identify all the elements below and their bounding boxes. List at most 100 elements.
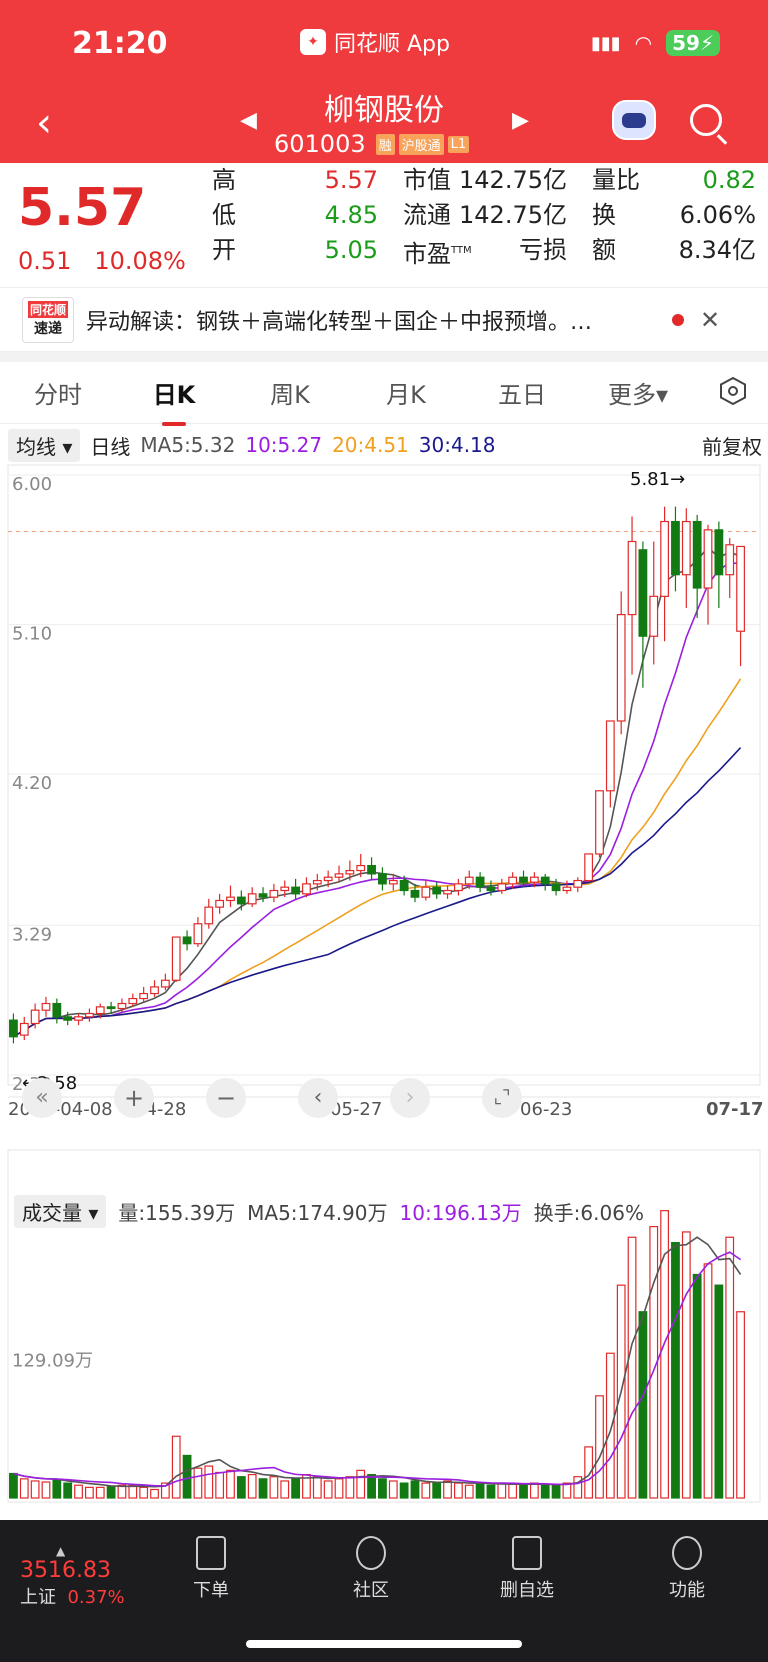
volume-bar [280,1480,290,1499]
kline-chart[interactable]: 6.005.104.203.292.395.81→←2.582025-04-08… [0,460,768,1520]
assistant-robot-icon[interactable] [612,100,656,140]
status-icons: ▮▮▮ ◠ 59⚡ [591,30,720,56]
volume-bar [464,1484,474,1499]
tag-connect: 沪股通 [398,133,444,155]
high-marker: 5.81→ [630,469,685,490]
candle-body [312,879,322,885]
volume-bar [432,1482,442,1499]
candle-body [74,1016,83,1021]
candle-body [204,906,214,925]
news-banner[interactable]: 同花顺 速递 异动解读：钢铁＋高端化转型＋国企＋中报预增。… ✕ [0,288,768,352]
status-time: 21:20 [72,26,168,61]
settings-hex-icon[interactable] [718,376,748,406]
nav-community[interactable]: 社区 [326,1536,416,1602]
search-icon[interactable] [690,104,722,136]
candle-body [660,520,670,597]
tab-weekly[interactable]: 周K [232,375,348,410]
quote-panel: 5.57 0.51 10.08% 高 5.57 低 4.85 开 5.05 市值 142… [0,163,768,288]
remove-watch-icon [512,1536,542,1570]
volume-bar [269,1476,279,1499]
next-stock-icon[interactable]: ▶ [512,108,529,133]
candle-body [497,883,507,892]
tab-five-day[interactable]: 五日 [464,375,580,410]
candle-body [736,545,745,632]
candle-body [725,544,735,576]
tab-monthly[interactable]: 月K [348,375,464,410]
low-row: 低 4.85 [212,198,378,233]
tab-daily[interactable]: 日K [116,375,232,426]
date-tick: 07-17 [706,1099,764,1120]
index-percent: 0.37% [67,1587,125,1608]
news-logo-top: 同花顺 [27,301,68,318]
quote-col-2: 市值 142.75亿 流通 142.75亿 市盈TTM 亏损 [403,163,567,268]
index-widget[interactable]: ▲ 3516.83 上证 0.37% [20,1544,125,1609]
candle-body [421,886,431,898]
pe-row: 市盈TTM 亏损 [403,233,567,268]
news-logo: 同花顺 速递 [22,296,74,343]
volume-selector[interactable]: 成交量 ▾ [14,1195,107,1228]
mktcap-label: 市值 [403,166,451,194]
last-price: 5.57 [18,178,147,238]
candle-body [236,896,246,905]
candle-body [671,520,680,576]
low-value: 4.85 [324,201,378,229]
candle-body [291,886,301,895]
volume-bar [106,1485,116,1499]
zoom-out-button[interactable]: − [206,1078,246,1118]
nav-remove-watch[interactable]: 删自选 [482,1536,572,1602]
volume-bar [171,1435,181,1499]
nav-function[interactable]: 功能 [642,1536,732,1602]
scroll-left-button[interactable]: ‹ [298,1078,338,1118]
volume-turnover: 换手:6.06% [533,1201,644,1225]
candle-body [117,1002,127,1010]
volume-bar [345,1476,355,1499]
tab-intraday[interactable]: 分时 [0,375,116,410]
tab-more[interactable]: 更多▾ [580,375,696,410]
nav-order-label: 下单 [193,1580,229,1601]
candle-body [508,876,518,885]
candle-body [475,876,485,888]
candle-body [345,869,355,875]
volume-bar [681,1231,691,1499]
open-value: 5.05 [324,236,378,264]
high-value: 5.57 [324,166,378,194]
ma20-line [13,678,742,1038]
candle-body [269,889,279,898]
vol-ratio-label: 量比 [592,166,640,194]
close-icon[interactable]: ✕ [700,306,720,334]
volume-bar [41,1481,51,1499]
change-percent: 10.08% [94,247,186,275]
volume-bar [453,1482,463,1499]
adjust-toggle[interactable]: 前复权 [702,431,762,460]
candle-body [703,529,713,589]
ma-selector[interactable]: 均线 ▾ [8,428,81,462]
volume-bar [356,1469,366,1499]
status-app[interactable]: ✦ 同花顺 App [300,26,450,58]
scroll-right-button[interactable]: › [390,1078,430,1118]
volume-bar [388,1480,398,1499]
candle-body [128,997,138,1005]
volume-bar [605,1352,615,1499]
fullscreen-button[interactable]: ⌞⌝ [482,1078,522,1118]
candle-body [150,986,159,995]
index-up-icon: ▲ [56,1544,66,1558]
volume-bar [497,1482,507,1499]
pe-ttm: TTM [451,245,472,256]
nav-remove-watch-label: 删自选 [500,1580,554,1601]
volume-bar [236,1476,246,1499]
zoom-out-all-button[interactable]: « [22,1078,62,1118]
volume-bar [443,1480,452,1499]
index-value: 3516.83 [20,1558,111,1583]
nav-order[interactable]: 下单 [166,1536,256,1602]
volume-bar [551,1484,561,1499]
volume-bar [519,1484,528,1499]
tag-margin: 融 [375,133,395,155]
volume-bar [508,1483,518,1499]
news-text[interactable]: 异动解读：钢铁＋高端化转型＋国企＋中报预增。… [86,304,656,336]
volume-bar [540,1484,550,1499]
volume-bar [529,1482,539,1499]
candle-body [638,549,648,637]
mktcap-row: 市值 142.75亿 [403,163,567,198]
quote-col-1: 高 5.57 低 4.85 开 5.05 [212,163,378,268]
zoom-in-button[interactable]: + [114,1078,154,1118]
